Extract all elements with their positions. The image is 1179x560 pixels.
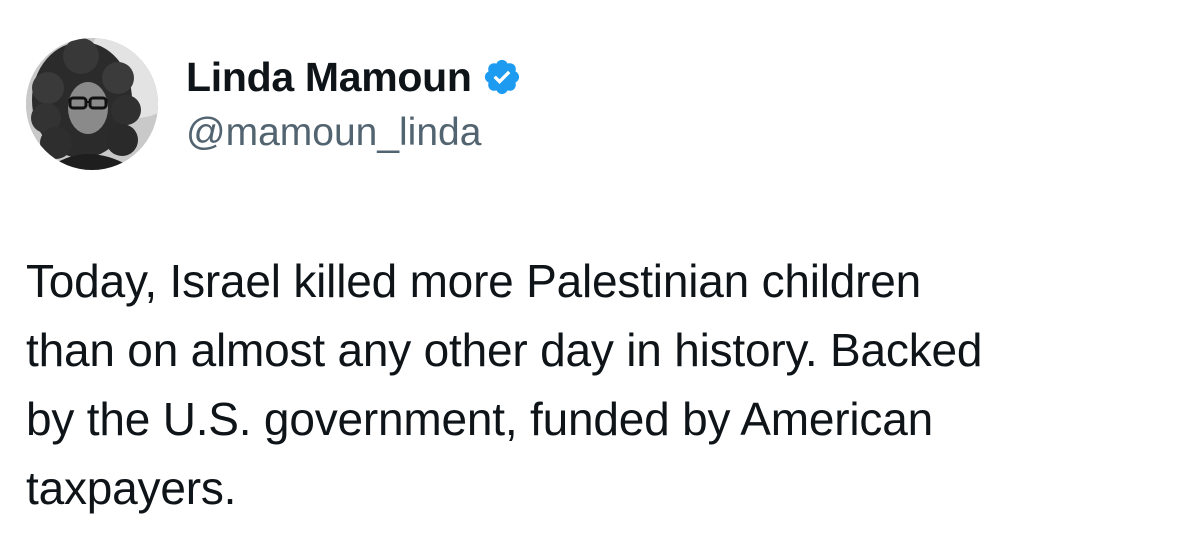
- tweet-text-line: taxpayers.: [26, 462, 237, 514]
- verified-badge-icon: [482, 57, 522, 97]
- tweet-text-line: than on almost any other day in history.…: [26, 324, 983, 376]
- tweet-card: Linda Mamoun @mamoun_linda Today, Israel…: [0, 0, 1179, 560]
- tweet-text-line: Today, Israel killed more Palestinian ch…: [26, 255, 922, 307]
- tweet-text: Today, Israel killed more Palestinian ch…: [26, 247, 1156, 523]
- user-handle[interactable]: @mamoun_linda: [186, 107, 522, 159]
- avatar[interactable]: [26, 38, 158, 170]
- display-name[interactable]: Linda Mamoun: [186, 49, 472, 105]
- user-info: Linda Mamoun @mamoun_linda: [186, 49, 522, 159]
- name-row: Linda Mamoun: [186, 49, 522, 105]
- tweet-text-line: by the U.S. government, funded by Americ…: [26, 393, 933, 445]
- tweet-header: Linda Mamoun @mamoun_linda: [26, 38, 522, 170]
- avatar-image: [26, 38, 158, 170]
